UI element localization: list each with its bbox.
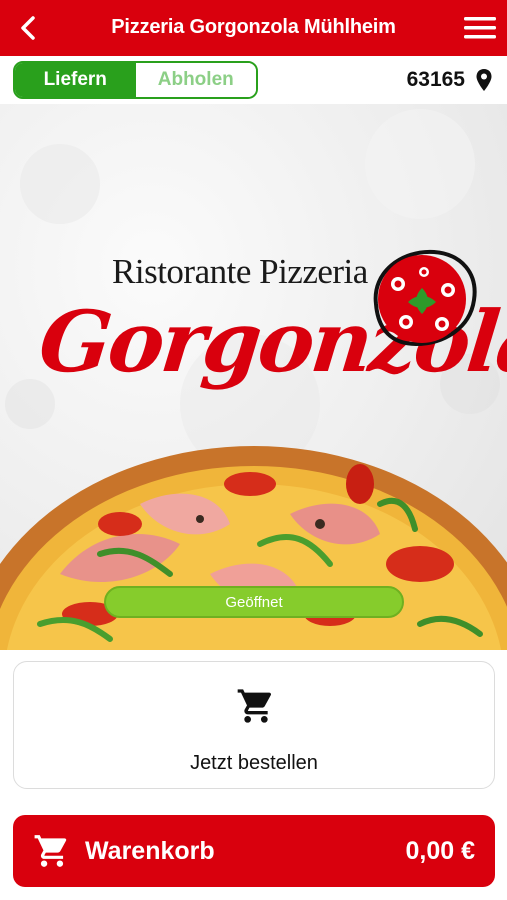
zip-selector[interactable]: 63165 <box>407 68 493 92</box>
page-title: Pizzeria Gorgonzola Mühlheim <box>111 16 396 38</box>
order-now-card[interactable]: Jetzt bestellen <box>13 661 495 789</box>
open-status-badge: Geöffnet <box>104 586 404 618</box>
order-now-label: Jetzt bestellen <box>190 752 318 774</box>
shopping-cart-icon <box>34 835 67 867</box>
pizza-logo-icon <box>373 249 477 347</box>
location-pin-icon <box>476 69 492 91</box>
shopping-cart-icon <box>237 689 272 723</box>
hero-banner: Ristorante Pizzeria Gorgonzola Geöffnet <box>0 104 507 650</box>
delivery-mode-bar: Liefern Abholen 63165 <box>0 56 507 104</box>
chevron-left-icon[interactable] <box>16 14 40 42</box>
basket-button[interactable]: Warenkorb 0,00 € <box>13 815 495 887</box>
zip-code: 63165 <box>406 68 465 91</box>
logo-subtitle: Ristorante Pizzeria <box>112 252 368 291</box>
header-bar: Pizzeria Gorgonzola Mühlheim <box>0 0 507 56</box>
option-abholen[interactable]: Abholen <box>135 63 256 97</box>
basket-label: Warenkorb <box>85 837 215 865</box>
basket-total: 0,00 € <box>405 837 475 865</box>
delivery-mode-toggle: Liefern Abholen <box>13 61 258 99</box>
option-liefern[interactable]: Liefern <box>15 63 136 97</box>
hamburger-menu-icon[interactable] <box>463 14 497 42</box>
